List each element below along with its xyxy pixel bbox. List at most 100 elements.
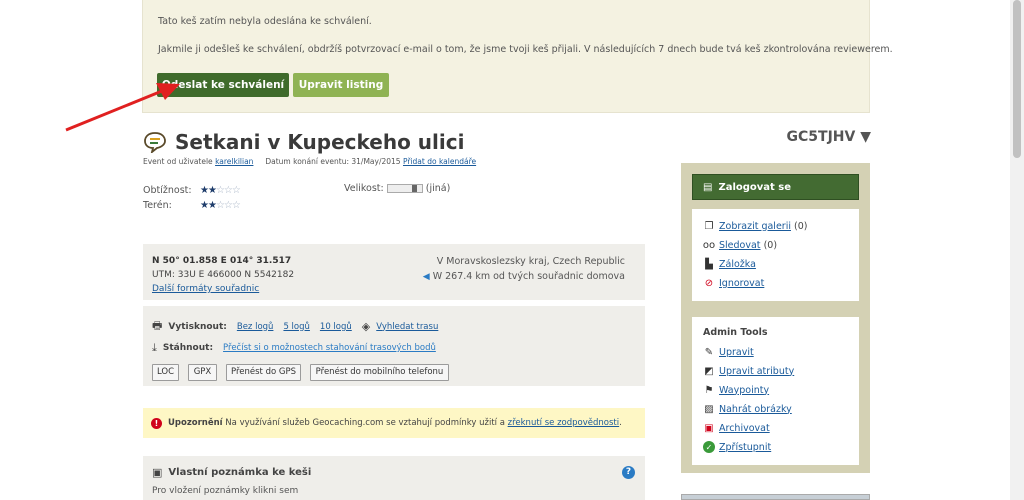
size-value: (jiná) bbox=[425, 183, 451, 194]
bookmark-item[interactable]: ▙ Záložka bbox=[703, 258, 756, 270]
region: V Moravskoslezsky kraj, Czech Republic bbox=[436, 256, 625, 267]
terrain-stars: ★★☆☆☆ bbox=[200, 200, 241, 211]
gpx-button[interactable]: GPX bbox=[188, 364, 217, 381]
admin-waypoints-link[interactable]: Waypointy bbox=[719, 385, 769, 396]
warning-end: . bbox=[619, 418, 622, 428]
distance-from-home: W 267.4 km od tvých souřadnic domova bbox=[432, 271, 625, 282]
admin-upload-link[interactable]: Nahrát obrázky bbox=[719, 404, 792, 415]
admin-enable-item[interactable]: ✓ Zpřístupnit bbox=[703, 441, 771, 453]
personal-note-hint: Pro vložení poznámky klikni sem bbox=[152, 486, 299, 496]
map-thumbnail[interactable] bbox=[681, 494, 870, 500]
cache-size: Velikost: (jiná) bbox=[344, 183, 450, 194]
archive-icon: ▣ bbox=[704, 422, 714, 434]
ignore-icon: ⊘ bbox=[704, 277, 714, 289]
coordinates-utm: UTM: 33U E 466000 N 5542182 bbox=[152, 270, 295, 280]
help-icon[interactable]: ? bbox=[622, 466, 635, 479]
notice-line-2: Jakmile ji odešleš ke schválení, obdržíš… bbox=[158, 44, 893, 55]
warning-text: Na využívání služeb Geocaching.com se vz… bbox=[225, 418, 505, 428]
sidebar: ▤ Zalogovat se ❐ Zobrazit galerii (0) oo… bbox=[681, 163, 870, 473]
watch-link[interactable]: Sledovat bbox=[719, 240, 761, 251]
more-coordinate-formats-link[interactable]: Další formáty souřadnic bbox=[152, 284, 259, 294]
gallery-item[interactable]: ❐ Zobrazit galerii (0) bbox=[703, 220, 808, 232]
direction-arrow-icon: ◀ bbox=[422, 272, 430, 282]
size-label: Velikost: bbox=[344, 183, 384, 194]
alert-icon: ! bbox=[151, 417, 162, 429]
print-no-logs-link[interactable]: Bez logů bbox=[237, 322, 274, 332]
ignore-link[interactable]: Ignorovat bbox=[719, 278, 764, 289]
personal-note-panel[interactable]: ▣ Vlastní poznámka ke keši Pro vložení p… bbox=[143, 456, 645, 500]
personal-note-title: Vlastní poznámka ke keši bbox=[168, 467, 312, 478]
login-document-icon: ▤ bbox=[703, 181, 713, 193]
terrain-row: Terén: ★★☆☆☆ bbox=[143, 198, 241, 213]
add-to-calendar-link[interactable]: Přidat do kalendáře bbox=[403, 157, 476, 166]
flag-icon: ⚑ bbox=[704, 384, 714, 396]
chevron-down-icon: ▼ bbox=[860, 129, 871, 145]
admin-edit-item[interactable]: ✎ Upravit bbox=[703, 346, 754, 358]
print-row: 🖶 Vytisknout: Bez logů 5 logů 10 logů ◈ … bbox=[152, 317, 448, 336]
size-bar-icon bbox=[386, 184, 423, 193]
pencil-icon: ✎ bbox=[704, 346, 714, 358]
gallery-icon: ❐ bbox=[704, 220, 714, 232]
download-label: Stáhnout: bbox=[162, 343, 214, 353]
disclaimer-warning: ! Upozornění Na využívání služeb Geocach… bbox=[143, 408, 645, 438]
admin-tools-title: Admin Tools bbox=[703, 327, 768, 338]
unpublished-notice: Tato keš zatím nebyla odeslána ke schvál… bbox=[142, 0, 893, 113]
route-diamond-icon: ◈ bbox=[361, 320, 371, 333]
event-cache-icon bbox=[144, 132, 166, 153]
admin-archive-link[interactable]: Archivovat bbox=[719, 423, 770, 434]
printer-icon: 🖶 bbox=[152, 319, 163, 332]
send-to-phone-button[interactable]: Přenést do mobilního telefonu bbox=[310, 364, 449, 381]
bookmark-icon: ▙ bbox=[705, 258, 713, 270]
admin-edit-link[interactable]: Upravit bbox=[719, 347, 754, 358]
byline-prefix: Event od uživatele bbox=[143, 157, 213, 166]
print-5-logs-link[interactable]: 5 logů bbox=[283, 322, 309, 332]
terrain-label: Terén: bbox=[143, 200, 172, 211]
download-info-link[interactable]: Přečíst si o možnostech stahování trasov… bbox=[223, 343, 436, 353]
admin-waypoints-item[interactable]: ⚑ Waypointy bbox=[703, 384, 770, 396]
download-icon: ⤓ bbox=[152, 341, 157, 354]
admin-tools-box: Admin Tools ✎ Upravit ◩ Upravit atributy… bbox=[692, 317, 859, 465]
difficulty-row: Obtížnost: ★★☆☆☆ bbox=[143, 183, 241, 198]
scrollbar-thumb[interactable] bbox=[1013, 0, 1021, 158]
admin-attributes-link[interactable]: Upravit atributy bbox=[719, 366, 794, 377]
event-date: 31/May/2015 bbox=[351, 157, 401, 166]
vertical-scrollbar[interactable] bbox=[1010, 0, 1024, 500]
gallery-count: (0) bbox=[794, 220, 808, 232]
send-to-gps-button[interactable]: Přenést do GPS bbox=[226, 364, 301, 381]
loc-button[interactable]: LOC bbox=[152, 364, 179, 381]
note-icon: ▣ bbox=[152, 466, 163, 479]
edit-listing-button[interactable]: Upravit listing bbox=[293, 73, 389, 97]
coordinates-panel: N 50° 01.858 E 014° 31.517 UTM: 33U E 46… bbox=[143, 244, 645, 300]
admin-upload-item[interactable]: ▨ Nahrát obrázky bbox=[703, 403, 792, 415]
edit-attributes-icon: ◩ bbox=[704, 365, 714, 377]
admin-enable-link[interactable]: Zpřístupnit bbox=[719, 442, 771, 453]
image-upload-icon: ▨ bbox=[704, 403, 714, 415]
owner-link[interactable]: karelkilian bbox=[215, 157, 253, 166]
gallery-link[interactable]: Zobrazit galerii bbox=[719, 221, 791, 232]
cache-title: Setkani v Kupeckeho ulici bbox=[175, 130, 465, 154]
watch-item[interactable]: oo Sledovat (0) bbox=[703, 239, 777, 251]
login-button[interactable]: ▤ Zalogovat se bbox=[692, 174, 859, 200]
gc-code: GC5TJHV bbox=[786, 129, 856, 145]
find-route-link[interactable]: Vyhledat trasu bbox=[376, 322, 438, 332]
gc-code-dropdown[interactable]: GC5TJHV ▼ bbox=[787, 129, 871, 145]
print-label: Vytisknout: bbox=[168, 321, 227, 332]
login-label: Zalogovat se bbox=[718, 181, 792, 193]
coordinates-primary: N 50° 01.858 E 014° 31.517 bbox=[152, 256, 292, 266]
event-date-label: Datum konání eventu: bbox=[265, 157, 349, 166]
print-10-logs-link[interactable]: 10 logů bbox=[320, 322, 352, 332]
difficulty-label: Obtížnost: bbox=[143, 185, 192, 196]
watch-glasses-icon: oo bbox=[702, 239, 716, 251]
download-row: ⤓ Stáhnout: Přečíst si o možnostech stah… bbox=[152, 341, 446, 355]
ignore-item[interactable]: ⊘ Ignorovat bbox=[703, 277, 765, 289]
difficulty-terrain: Obtížnost: ★★☆☆☆ Terén: ★★☆☆☆ bbox=[143, 183, 241, 213]
admin-archive-item[interactable]: ▣ Archivovat bbox=[703, 422, 770, 434]
notice-line-1: Tato keš zatím nebyla odeslána ke schvál… bbox=[158, 16, 372, 27]
disclaimer-link[interactable]: zřeknutí se zodpovědnosti bbox=[508, 418, 619, 428]
admin-attributes-item[interactable]: ◩ Upravit atributy bbox=[703, 365, 794, 377]
cache-actions-box: ❐ Zobrazit galerii (0) oo Sledovat (0) ▙… bbox=[692, 209, 859, 301]
bookmark-link[interactable]: Záložka bbox=[719, 259, 756, 270]
difficulty-stars: ★★☆☆☆ bbox=[200, 185, 241, 196]
enable-check-icon: ✓ bbox=[703, 441, 715, 453]
watch-count: (0) bbox=[763, 239, 778, 251]
